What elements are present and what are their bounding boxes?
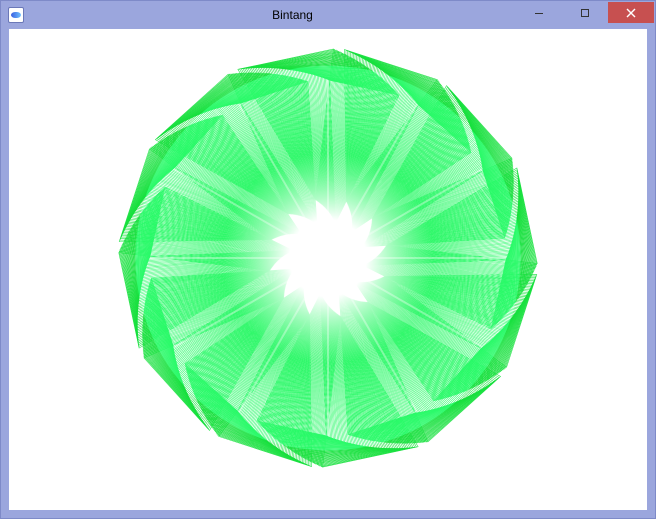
app-icon — [8, 7, 24, 23]
close-button[interactable] — [608, 2, 654, 23]
maximize-button[interactable] — [562, 2, 608, 23]
app-window: Bintang — [0, 0, 656, 519]
minimize-button[interactable] — [516, 2, 562, 23]
caption-buttons — [516, 2, 654, 23]
client-area — [9, 29, 647, 510]
star-graphic — [9, 29, 647, 510]
titlebar[interactable]: Bintang — [1, 1, 655, 29]
